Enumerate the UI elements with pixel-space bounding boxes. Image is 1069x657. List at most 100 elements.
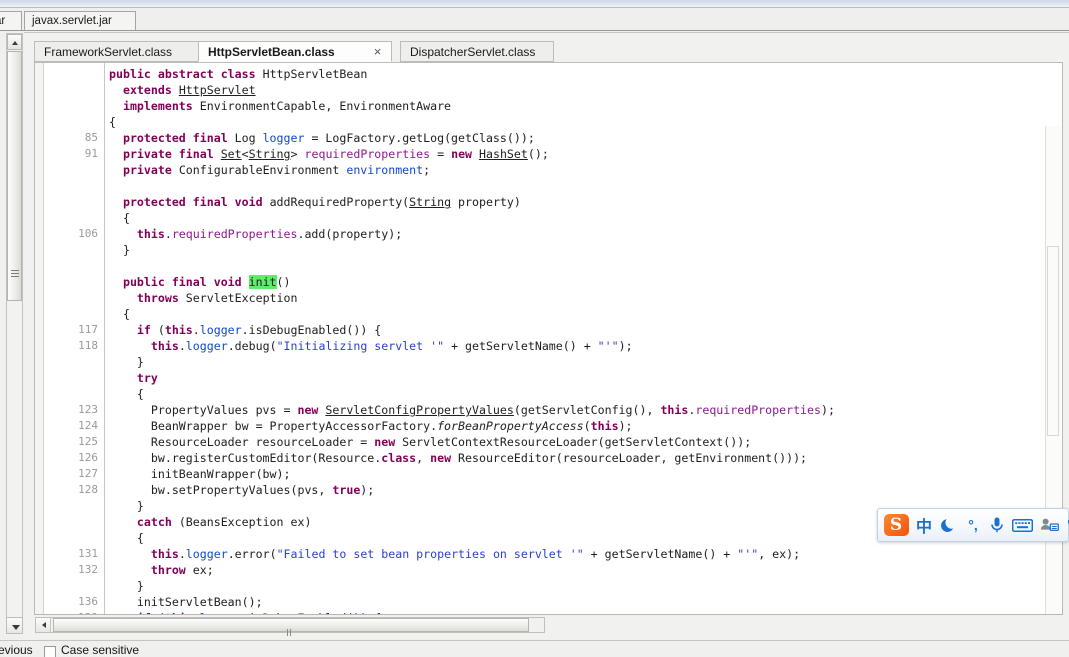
- code-text: implements EnvironmentCapable, Environme…: [109, 98, 451, 114]
- code-token: this: [590, 419, 619, 433]
- code-token: );: [618, 339, 633, 353]
- keyboard-icon[interactable]: [1009, 510, 1036, 540]
- code-token: (): [276, 275, 291, 289]
- close-icon[interactable]: ×: [371, 45, 384, 58]
- line-number: 123: [78, 403, 98, 416]
- code-token: logger: [262, 131, 305, 145]
- code-line: {: [35, 306, 1062, 322]
- code-line: 127 initBeanWrapper(bw);: [35, 466, 1062, 482]
- jar-tab-truncated[interactable]: ar: [0, 11, 22, 30]
- code-token: .isDebugEnabled()) {: [242, 611, 382, 614]
- code-token: abstract: [157, 67, 221, 81]
- code-text: {: [109, 386, 144, 402]
- code-token: + getServletName() +: [583, 547, 738, 561]
- code-line: }: [35, 354, 1062, 370]
- chinese-mode-icon[interactable]: 中: [911, 510, 937, 540]
- code-token: logger: [199, 323, 242, 337]
- code-token: (BeansException ex): [178, 515, 312, 529]
- code-token: .add(property);: [297, 227, 403, 241]
- user-card-icon[interactable]: [1036, 510, 1062, 540]
- code-token: (getServletConfig(),: [513, 403, 661, 417]
- sogou-logo-icon[interactable]: S: [881, 510, 911, 540]
- scrollbar-thumb[interactable]: [7, 51, 22, 301]
- code-token: {: [109, 115, 116, 129]
- code-token: HashSet: [479, 147, 528, 161]
- code-text: {: [109, 530, 144, 546]
- case-sensitive-checkbox[interactable]: [44, 646, 56, 657]
- code-token: private: [122, 163, 179, 177]
- code-line: {: [35, 114, 1062, 130]
- tab-httpservletbean[interactable]: HttpServletBean.class ×: [198, 41, 392, 62]
- code-text: protected final Log logger = LogFactory.…: [109, 130, 535, 146]
- line-number: 139: [44, 610, 98, 614]
- code-token: logger: [185, 339, 228, 353]
- code-token: "Failed to set bean properties on servle…: [276, 547, 584, 561]
- code-token: (: [583, 419, 591, 433]
- code-text: throw ex;: [109, 562, 214, 578]
- code-line: extends HttpServlet: [35, 82, 1062, 98]
- code-token: new: [451, 147, 480, 161]
- code-token: this: [164, 323, 193, 337]
- punctuation-icon[interactable]: °,: [961, 510, 985, 540]
- code-text: this.logger.error("Failed to set bean pr…: [109, 546, 800, 562]
- skin-shirt-icon[interactable]: [1062, 510, 1069, 540]
- code-line: 117 if (this.logger.isDebugEnabled()) {: [35, 322, 1062, 338]
- code-token: ServletContextResourceLoader(getServletC…: [402, 435, 752, 449]
- code-line: 136 initServletBean();: [35, 594, 1062, 610]
- code-line: 118 this.logger.debug("Initializing serv…: [35, 338, 1062, 354]
- scrollbar-thumb[interactable]: [1047, 246, 1059, 436]
- code-line: public final void init(): [35, 274, 1062, 290]
- code-token: logger: [200, 611, 242, 614]
- code-line: 131 this.logger.error("Failed to set bea…: [35, 546, 1062, 562]
- scrollbar-thumb[interactable]: [53, 618, 529, 654]
- code-text: {: [109, 306, 130, 322]
- previous-button[interactable]: revious: [0, 643, 33, 657]
- line-number: 125: [78, 435, 98, 448]
- code-token: Log: [234, 131, 263, 145]
- outer-vertical-scrollbar[interactable]: [6, 33, 23, 633]
- moon-icon[interactable]: [937, 510, 961, 540]
- microphone-icon[interactable]: [985, 510, 1009, 540]
- code-token: , ex);: [758, 547, 801, 561]
- code-text: BeanWrapper bw = PropertyAccessorFactory…: [109, 418, 633, 434]
- code-line: 124 BeanWrapper bw = PropertyAccessorFac…: [35, 418, 1062, 434]
- scroll-left-arrow-icon[interactable]: [36, 618, 51, 632]
- code-token: new: [374, 435, 403, 449]
- scrollbar-grip-icon: [287, 623, 295, 654]
- code-token: HttpServletBean: [262, 67, 368, 81]
- tab-dispatcherservlet[interactable]: DispatcherServlet.class: [400, 41, 554, 62]
- tab-frameworkservlet[interactable]: FrameworkServlet.class: [34, 41, 200, 62]
- code-text: bw.setPropertyValues(pvs, true);: [109, 482, 374, 498]
- code-token: );: [618, 419, 633, 433]
- code-line: 125 ResourceLoader resourceLoader = new …: [35, 434, 1062, 450]
- code-text: private ConfigurableEnvironment environm…: [109, 162, 430, 178]
- scroll-up-arrow-icon[interactable]: [7, 34, 22, 50]
- code-line: 91 private final Set<String> requiredPro…: [35, 146, 1062, 162]
- code-token: HttpServlet: [178, 83, 256, 97]
- sogou-ime-toolbar[interactable]: S 中 °,: [877, 508, 1069, 542]
- code-token: this: [165, 611, 193, 614]
- code-text: }: [109, 578, 144, 594]
- code-text: bw.registerCustomEditor(Resource.class, …: [109, 450, 807, 466]
- code-token: .error(: [227, 547, 277, 561]
- code-token: class: [381, 451, 417, 465]
- editor-horizontal-scrollbar[interactable]: [35, 617, 545, 654]
- code-token: <: [241, 147, 249, 161]
- code-token: protected final void: [122, 195, 270, 209]
- jar-tab-javax-servlet[interactable]: javax.servlet.jar: [24, 11, 136, 30]
- code-token: }: [109, 243, 130, 257]
- window-title-strip: [0, 0, 1069, 8]
- code-text: initServletBean();: [109, 594, 263, 610]
- scroll-down-arrow-icon[interactable]: [6, 617, 23, 634]
- code-text: }: [109, 354, 144, 370]
- code-token: .: [192, 323, 200, 337]
- code-token: this: [150, 547, 179, 561]
- code-text: }: [109, 498, 144, 514]
